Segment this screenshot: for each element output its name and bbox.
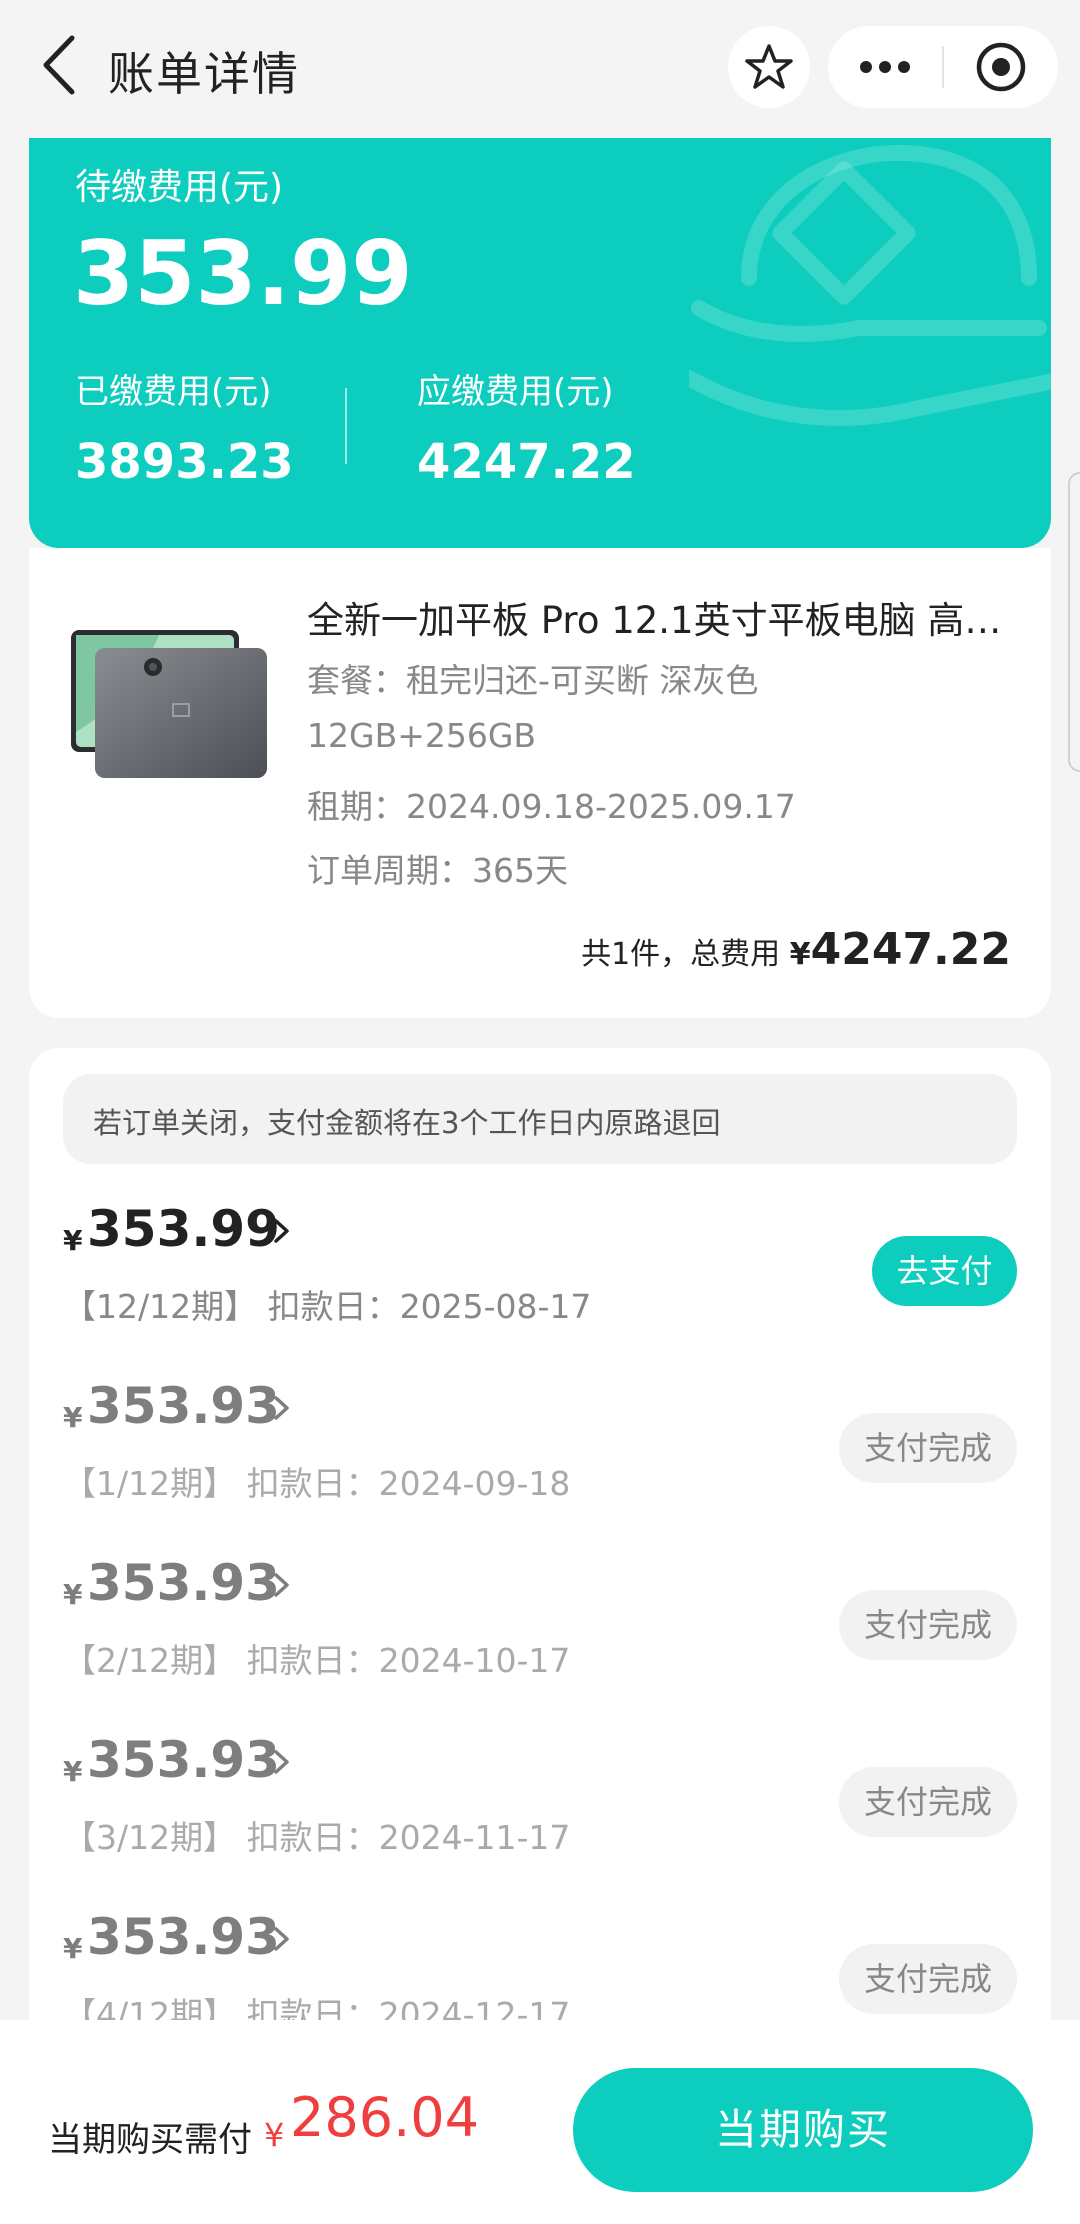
order-cycle: 订单周期：365天	[307, 851, 568, 890]
bill-summary-card: 待缴费用(元) 353.99 已缴费用(元) 3893.23 应缴费用(元) 4…	[29, 138, 1051, 548]
installment-meta: 【12/12期】 扣款日：2025-08-17	[63, 1287, 592, 1326]
pay-now-button[interactable]: 去支付	[872, 1236, 1017, 1306]
payment-complete-badge: 支付完成	[839, 1944, 1017, 2014]
page-title: 账单详情	[108, 47, 300, 101]
order-total: 共1件，总费用 ¥4247.22	[581, 924, 1011, 975]
installment-row[interactable]: ¥ 353.99 【12/12期】 扣款日：2025-08-17 去支付	[29, 1200, 1051, 1370]
product-package: 套餐：租完归还-可买断 深灰色	[307, 661, 759, 700]
buy-now-button[interactable]: 当期购买	[573, 2068, 1033, 2192]
total-prefix: 共1件，总费用	[581, 937, 790, 972]
side-scroll-handle[interactable]	[1068, 472, 1080, 772]
current-purchase-label: 当期购买需付	[48, 2120, 252, 2160]
total-amount: 4247.22	[810, 924, 1011, 975]
paid-fee-label: 已缴费用(元)	[75, 372, 272, 412]
chevron-right-icon	[274, 1396, 289, 1420]
due-fee-amount: 4247.22	[417, 434, 636, 490]
current-purchase-amount: 286.04	[290, 2086, 479, 2149]
pending-fee-label: 待缴费用(元)	[75, 167, 284, 208]
installment-meta: 【3/12期】 扣款日：2024-11-17	[63, 1818, 571, 1857]
pending-fee-amount: 353.99	[73, 222, 413, 325]
product-card[interactable]: 全新一加平板 Pro 12.1英寸平板电脑 高… 套餐：租完归还-可买断 深灰色…	[29, 548, 1051, 1018]
back-arrow-icon[interactable]	[28, 30, 98, 100]
installment-currency: ¥	[63, 1224, 83, 1257]
paid-fee-amount: 3893.23	[75, 434, 294, 490]
installment-currency: ¥	[63, 1755, 83, 1788]
product-spec: 12GB+256GB	[307, 716, 537, 755]
installment-currency: ¥	[63, 1401, 83, 1434]
product-title: 全新一加平板 Pro 12.1英寸平板电脑 高…	[307, 599, 1002, 642]
target-close-icon	[976, 42, 1026, 92]
wallet-decoration-icon	[689, 144, 1051, 426]
due-fee-label: 应缴费用(元)	[417, 372, 614, 412]
bottom-action-bar: 当期购买需付 ¥ 286.04 当期购买	[0, 2020, 1080, 2224]
installment-amount: 353.93	[87, 1908, 280, 1966]
installment-amount: 353.93	[87, 1554, 280, 1612]
current-purchase-currency: ¥	[264, 2116, 285, 2154]
lease-period: 租期：2024.09.18-2025.09.17	[307, 787, 796, 826]
installment-currency: ¥	[63, 1932, 83, 1965]
installment-row[interactable]: ¥ 353.93 【2/12期】 扣款日：2024-10-17 支付完成	[29, 1554, 1051, 1724]
more-button[interactable]	[828, 26, 942, 108]
chevron-right-icon	[274, 1927, 289, 1951]
payment-complete-badge: 支付完成	[839, 1590, 1017, 1660]
installment-row[interactable]: ¥ 353.93 【4/12期】 扣款日：2024-12-17 支付完成	[29, 1908, 1051, 2028]
installment-row[interactable]: ¥ 353.93 【3/12期】 扣款日：2024-11-17 支付完成	[29, 1731, 1051, 1901]
chevron-right-icon	[274, 1573, 289, 1597]
installment-row[interactable]: ¥ 353.93 【1/12期】 扣款日：2024-09-18 支付完成	[29, 1377, 1051, 1547]
installment-amount: 353.93	[87, 1731, 280, 1789]
payment-complete-badge: 支付完成	[839, 1767, 1017, 1837]
installment-meta: 【2/12期】 扣款日：2024-10-17	[63, 1641, 571, 1680]
mini-program-capsule	[828, 26, 1058, 108]
refund-notice: 若订单关闭，支付金额将在3个工作日内原路退回	[63, 1074, 1017, 1164]
summary-divider	[345, 388, 347, 464]
nav-bar: 账单详情	[0, 0, 1080, 138]
payment-complete-badge: 支付完成	[839, 1413, 1017, 1483]
chevron-right-icon	[274, 1750, 289, 1774]
refund-notice-text: 若订单关闭，支付金额将在3个工作日内原路退回	[93, 1106, 721, 1140]
chevron-right-icon	[274, 1219, 289, 1243]
close-mini-program-button[interactable]	[944, 26, 1058, 108]
favorite-button[interactable]	[728, 26, 810, 108]
total-currency: ¥	[789, 937, 811, 972]
star-icon	[745, 44, 793, 89]
more-dots-icon	[860, 61, 910, 73]
installment-meta: 【1/12期】 扣款日：2024-09-18	[63, 1464, 571, 1503]
installment-currency: ¥	[63, 1578, 83, 1611]
installment-amount: 353.93	[87, 1377, 280, 1435]
tablet-product-image	[71, 630, 267, 778]
installment-list-card: 若订单关闭，支付金额将在3个工作日内原路退回 ¥ 353.99 【12/12期】…	[29, 1048, 1051, 2028]
installment-amount: 353.99	[87, 1200, 280, 1258]
